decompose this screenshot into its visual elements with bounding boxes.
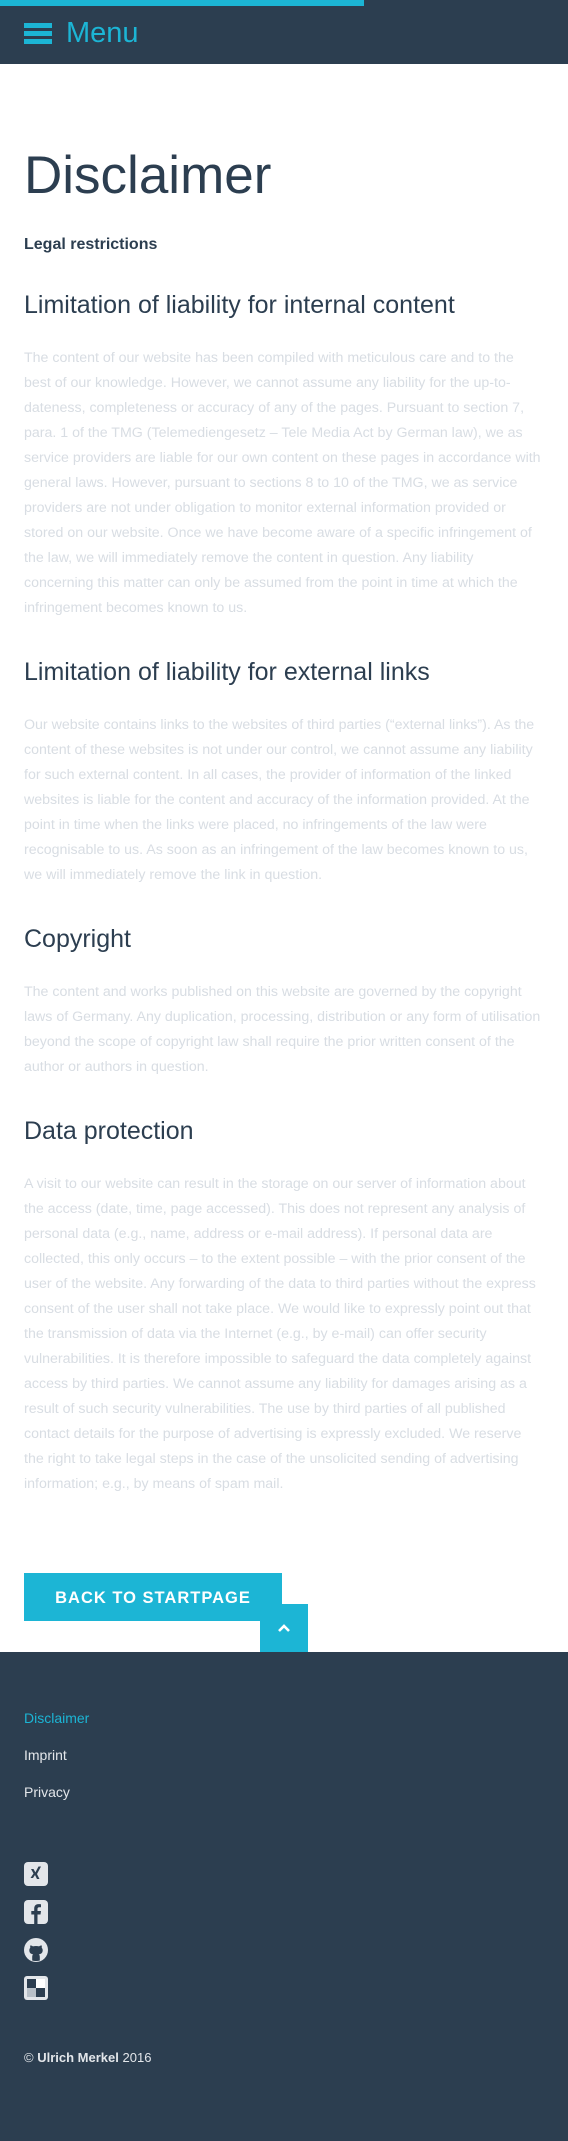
- section-heading-copyright: Copyright: [24, 925, 131, 953]
- hamburger-icon: [24, 22, 52, 44]
- delicious-icon[interactable]: [24, 1976, 48, 2000]
- page-title: Disclaimer: [24, 146, 272, 205]
- copyright-year: 2016: [122, 2050, 152, 2065]
- chevron-up-icon: [278, 1624, 290, 1632]
- menu-label: Menu: [66, 17, 139, 49]
- header-accent-bar: [0, 0, 364, 6]
- social-links: [24, 1862, 48, 2014]
- footer-link-privacy[interactable]: Privacy: [24, 1782, 89, 1802]
- back-to-startpage-button[interactable]: BACK TO STARTPAGE: [24, 1573, 282, 1621]
- section-text-data-protection: A visit to our website can result in the…: [24, 1176, 536, 1492]
- site-footer: Disclaimer Imprint Privacy © Ulrich Merk…: [0, 1652, 568, 2141]
- menu-toggle-button[interactable]: Menu: [24, 18, 139, 48]
- footer-link-disclaimer[interactable]: Disclaimer: [24, 1708, 89, 1728]
- footer-nav: Disclaimer Imprint Privacy: [24, 1708, 89, 1819]
- section-heading-external-links: Limitation of liability for external lin…: [24, 658, 430, 686]
- copyright-symbol: ©: [24, 2050, 34, 2065]
- copyright-name: Ulrich Merkel: [37, 2050, 119, 2065]
- site-header: Menu: [0, 0, 568, 64]
- main-content: Disclaimer Legal restrictions Limitation…: [0, 146, 568, 1621]
- footer-link-imprint[interactable]: Imprint: [24, 1745, 89, 1765]
- scroll-to-top-button[interactable]: [260, 1604, 308, 1652]
- section-text-internal-content: The content of our website has been comp…: [24, 350, 541, 616]
- section-text-external-links: Our website contains links to the websit…: [24, 717, 535, 883]
- section-text-copyright: The content and works published on this …: [24, 984, 541, 1075]
- xing-icon[interactable]: [24, 1862, 48, 1886]
- section-heading-internal-content: Limitation of liability for internal con…: [24, 291, 455, 319]
- github-icon[interactable]: [24, 1938, 48, 1962]
- copyright-notice: © Ulrich Merkel 2016: [24, 2050, 151, 2065]
- page-subtitle: Legal restrictions: [24, 236, 158, 253]
- section-heading-data-protection: Data protection: [24, 1117, 194, 1145]
- facebook-icon[interactable]: [24, 1900, 48, 1924]
